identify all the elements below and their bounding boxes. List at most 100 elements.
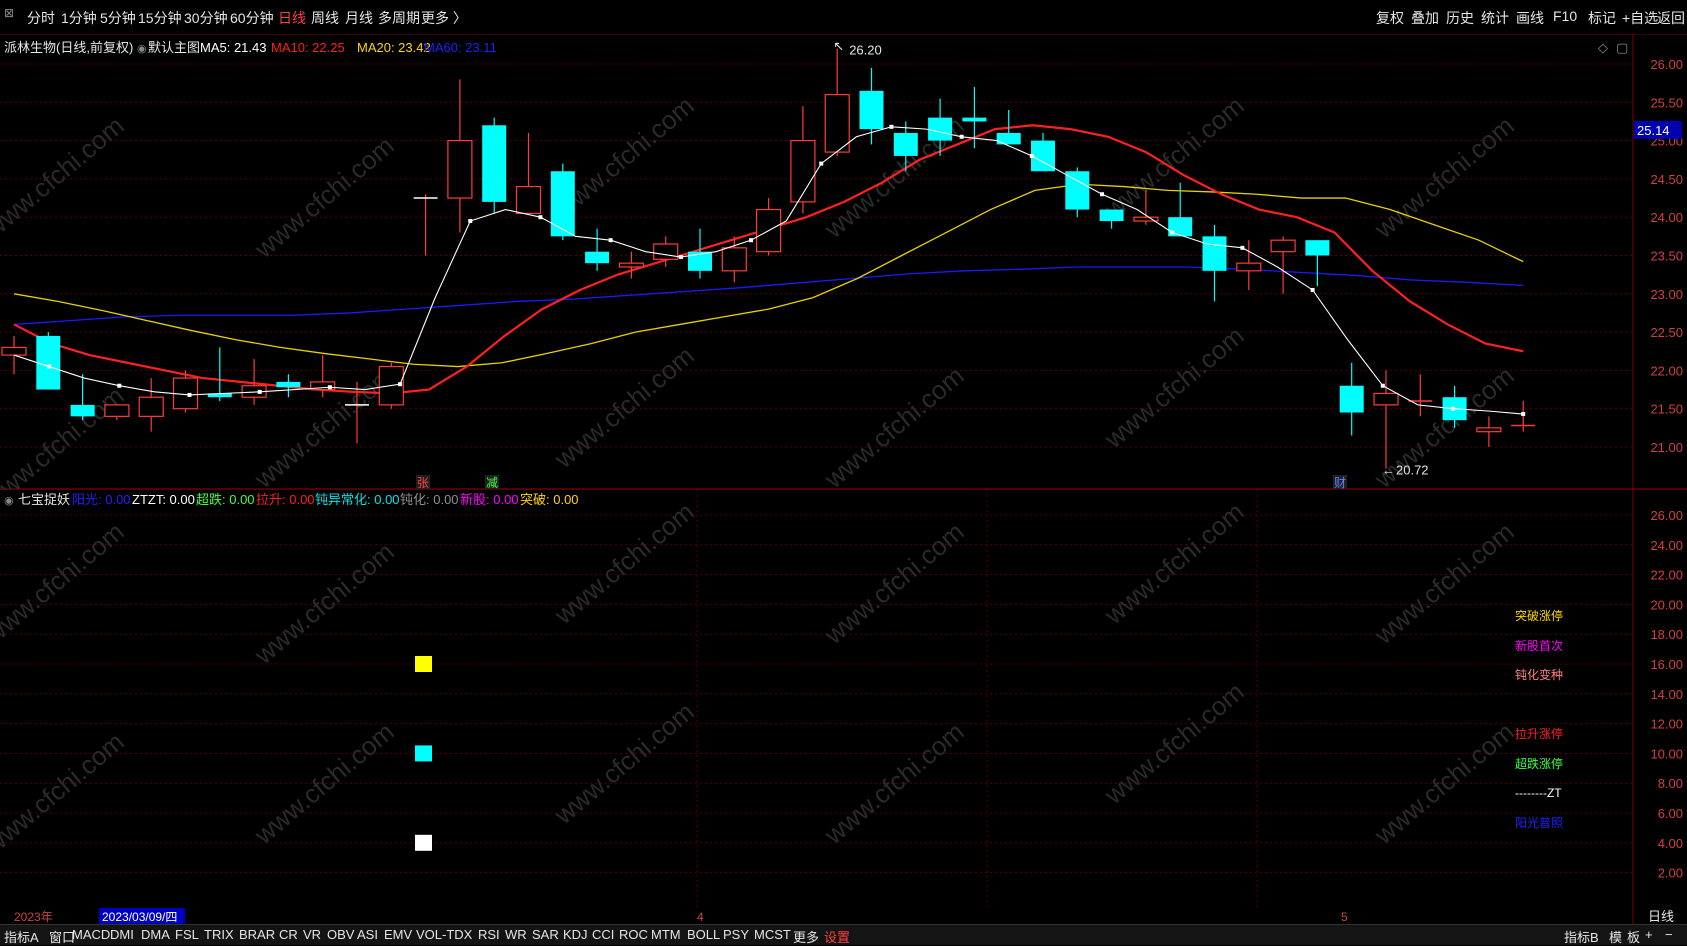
candle[interactable] <box>824 48 850 156</box>
indicator-tab-trix[interactable]: TRIX <box>204 927 234 942</box>
tab-period-6[interactable]: 日线 <box>278 8 306 28</box>
indicator-tab-brar[interactable]: BRAR <box>239 927 275 942</box>
bottom-right-tab-0[interactable]: 指标B <box>1564 927 1599 946</box>
candle-body <box>1065 171 1090 210</box>
bottom-right-tab-4[interactable]: − <box>1665 927 1673 942</box>
indicator-tab-sar[interactable]: SAR <box>532 927 559 942</box>
candle[interactable] <box>1202 224 1227 302</box>
candle[interactable] <box>755 198 782 256</box>
candle[interactable] <box>790 106 816 214</box>
tab-period-0[interactable]: 分时 <box>27 8 55 28</box>
event-marker-0[interactable]: 张 <box>417 476 429 490</box>
toolbar-button-0[interactable]: 复权 <box>1376 8 1404 28</box>
sub-tick-label: 4.00 <box>1658 836 1683 851</box>
indicator-tab-cr[interactable]: CR <box>279 927 298 942</box>
indicator-label-1: ZTZT: 0.00 <box>132 492 195 507</box>
indicator-tab-obv[interactable]: OBV <box>327 927 354 942</box>
candle[interactable] <box>515 132 542 214</box>
candle[interactable] <box>1408 374 1433 417</box>
chart-name[interactable]: 默认主图 <box>148 40 200 55</box>
candle[interactable] <box>585 228 610 271</box>
candle[interactable] <box>36 332 61 390</box>
indicator-chart[interactable]: 26.00 24.00 22.00 20.00 18.00 16.00 14.00 12.00… <box>0 490 1687 910</box>
bottom-right-tab-1[interactable]: 模 <box>1609 927 1622 946</box>
candle[interactable] <box>1339 362 1364 436</box>
ma5-dot <box>538 215 543 220</box>
tab-period-7[interactable]: 周线 <box>311 8 339 28</box>
indicator-tab-boll[interactable]: BOLL <box>687 927 720 942</box>
toolbar-button-1[interactable]: 叠加 <box>1411 8 1439 28</box>
indicator-tab-rsi[interactable]: RSI <box>478 927 500 942</box>
candle[interactable] <box>1511 401 1536 432</box>
candle[interactable] <box>482 117 507 214</box>
toolbar-button-3[interactable]: 统计 <box>1481 8 1509 28</box>
candle[interactable] <box>1099 209 1124 229</box>
candle-body <box>36 335 61 390</box>
tab-period-1[interactable]: 1分钟 <box>61 8 97 28</box>
toolbar-button-7[interactable]: +自选 <box>1622 8 1658 28</box>
toolbar-button-6[interactable]: 标记 <box>1588 8 1616 28</box>
tab-period-8[interactable]: 月线 <box>345 8 373 28</box>
toolbar-button-2[interactable]: 历史 <box>1446 8 1474 28</box>
ma5-dot <box>749 238 754 243</box>
sub-tick-label: 12.00 <box>1650 717 1683 732</box>
indicator-tab-asi[interactable]: ASI <box>357 927 378 942</box>
candle[interactable] <box>550 163 575 241</box>
candle[interactable] <box>138 378 164 432</box>
sub-tick-label: 20.00 <box>1650 597 1683 612</box>
collapse-icon[interactable]: ⊠ <box>4 6 14 20</box>
tab-period-10[interactable]: 更多 〉 <box>421 8 467 28</box>
main-kline-chart[interactable]: 26.0025.5025.0024.5024.0023.5023.0022.50… <box>0 34 1687 490</box>
indicator-tab-psy[interactable]: PSY <box>723 927 749 942</box>
candle-body <box>1202 236 1227 271</box>
toolbar-button-8[interactable]: 返回 <box>1657 8 1685 28</box>
indicator-tab-macd[interactable]: MACD <box>72 927 110 942</box>
indicator-tab-kdj[interactable]: KDJ <box>563 927 588 942</box>
indicator-tab-cci[interactable]: CCI <box>592 927 614 942</box>
bottom-right-tab-3[interactable]: + <box>1645 927 1653 942</box>
watermark: www.cfchi.com <box>548 696 700 830</box>
indicator-label-0: 阳光: 0.00 <box>72 492 131 507</box>
ma-label-2: MA20: 23.42 <box>357 40 431 55</box>
indicator-name[interactable]: 七宝捉妖 <box>18 492 70 507</box>
candle[interactable] <box>1305 240 1330 287</box>
indicator-tab-mcst[interactable]: MCST <box>754 927 791 942</box>
indicator-tab-dma[interactable]: DMA <box>141 927 170 942</box>
candle[interactable] <box>1065 167 1090 218</box>
indicator-tab-vol-tdx[interactable]: VOL-TDX <box>416 927 472 942</box>
sub-tick-label: 24.00 <box>1650 538 1683 553</box>
price-tick-label: 21.50 <box>1650 402 1683 417</box>
event-marker-2[interactable]: 财 <box>1334 476 1346 490</box>
indicator-tab-mtm[interactable]: MTM <box>651 927 681 942</box>
indicator-tab-wr[interactable]: WR <box>505 927 527 942</box>
candle[interactable] <box>1476 416 1502 447</box>
price-tick-label: 25.50 <box>1650 95 1683 110</box>
bottom-right-tab-2[interactable]: 板 <box>1627 927 1640 946</box>
candle[interactable] <box>1031 132 1055 172</box>
tab-period-4[interactable]: 30分钟 <box>184 8 228 28</box>
diamond-icon[interactable]: ◇ <box>1598 40 1608 55</box>
candle[interactable] <box>618 251 645 279</box>
tab-period-2[interactable]: 5分钟 <box>100 8 136 28</box>
indicator-tab-dmi[interactable]: DMI <box>110 927 134 942</box>
settings-tab[interactable]: 设置 <box>824 927 850 946</box>
indicator-tab-fsl[interactable]: FSL <box>175 927 199 942</box>
indicator-tab-更多[interactable]: 更多 <box>793 927 819 946</box>
tab-period-3[interactable]: 15分钟 <box>138 8 182 28</box>
candle-body <box>1476 427 1502 433</box>
indicator-tab-vr[interactable]: VR <box>303 927 321 942</box>
toolbar-button-5[interactable]: F10 <box>1553 8 1577 24</box>
toolbar-button-4[interactable]: 画线 <box>1516 8 1544 28</box>
event-marker-1[interactable]: 减 <box>486 476 498 490</box>
tab-period-5[interactable]: 60分钟 <box>230 8 274 28</box>
candle[interactable] <box>276 374 301 398</box>
indicator-tab-roc[interactable]: ROC <box>619 927 648 942</box>
indicator-tab-emv[interactable]: EMV <box>384 927 412 942</box>
period-label[interactable]: 日线 <box>1648 909 1674 924</box>
bottom-left-tab-0[interactable]: 指标A <box>4 927 39 946</box>
candle-body <box>1099 209 1124 222</box>
tab-period-9[interactable]: 多周期 <box>378 8 420 28</box>
window-icon[interactable]: ▢ <box>1616 40 1628 55</box>
price-tick-label: 23.50 <box>1650 249 1683 264</box>
candle[interactable] <box>413 194 438 256</box>
